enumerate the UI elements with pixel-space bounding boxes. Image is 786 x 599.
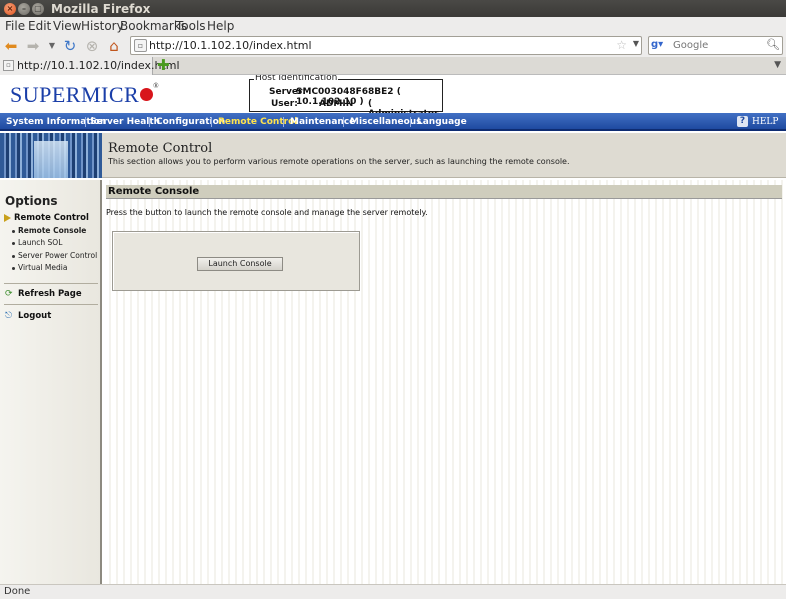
navigation-toolbar: ⬅ ➡ ▼ ↻ ⊗ ⌂ ▫ http://10.1.102.10/index.h…: [0, 35, 786, 57]
refresh-page-link[interactable]: Refresh Page: [18, 289, 82, 299]
reload-icon[interactable]: ↻: [61, 37, 79, 55]
server-room-image: [0, 133, 102, 178]
content-instructions: Press the button to launch the remote co…: [106, 208, 428, 217]
help-link[interactable]: HELP: [752, 117, 778, 127]
section-banner: Remote Control This section allows you t…: [0, 133, 786, 178]
page-favicon-icon: ▫: [134, 39, 147, 52]
sidebar-item-virtual-media[interactable]: Virtual Media: [18, 263, 67, 272]
bullet-icon: [12, 230, 15, 233]
menu-edit[interactable]: Edit: [28, 19, 51, 33]
bullet-icon: [12, 255, 15, 258]
logout-icon[interactable]: ⎋: [5, 312, 15, 321]
status-text: Done: [4, 586, 31, 597]
options-sidebar: Options Remote Control Remote Console La…: [0, 180, 102, 584]
nav-configuration[interactable]: Configuration: [156, 117, 225, 127]
status-bar: Done: [0, 584, 786, 599]
new-tab-plus-icon[interactable]: ✚: [157, 57, 170, 73]
nav-maintenance[interactable]: Maintenance: [290, 117, 355, 127]
tab-current[interactable]: ▫ http://10.1.102.10/index.html: [0, 57, 180, 75]
nav-remote-control[interactable]: Remote Control: [218, 117, 297, 127]
sidebar-item-server-power-control[interactable]: Server Power Control: [18, 251, 97, 260]
user-value: ADMIN: [319, 99, 354, 109]
launch-console-button[interactable]: Launch Console: [197, 257, 283, 271]
history-dropdown-icon[interactable]: ▼: [43, 37, 61, 55]
main-navigation: System Information Server Health Configu…: [0, 113, 786, 131]
tab-list-dropdown-icon[interactable]: ▼: [774, 60, 781, 70]
sidebar-item-remote-console[interactable]: Remote Console: [18, 226, 86, 235]
host-legend: Host Identification: [254, 75, 339, 83]
window-maximize-icon[interactable]: ▢: [32, 3, 44, 15]
menu-tools[interactable]: Tools: [176, 19, 206, 33]
menu-help[interactable]: Help: [207, 19, 234, 33]
tab-strip: ▫ http://10.1.102.10/index.html ✚ ▼: [0, 57, 786, 75]
nav-separator: [343, 117, 344, 127]
nav-separator: [85, 117, 86, 127]
sidebar-divider: [4, 304, 98, 305]
bookmark-star-icon[interactable]: ☆: [616, 38, 627, 52]
logo-text: SUPERMICR: [10, 82, 140, 107]
url-text[interactable]: http://10.1.102.10/index.html: [149, 39, 312, 52]
google-engine-icon[interactable]: g▾: [651, 39, 673, 53]
logo-red-dot: [140, 88, 154, 101]
sidebar-item-launch-sol[interactable]: Launch SOL: [18, 238, 62, 247]
menu-bar: File Edit View History Bookmarks Tools H…: [0, 17, 786, 35]
menu-file[interactable]: File: [5, 19, 25, 33]
logout-link[interactable]: Logout: [18, 311, 51, 321]
menu-history[interactable]: History: [81, 19, 124, 33]
supermicro-logo: SUPERMICR ®: [10, 82, 159, 108]
window-close-icon[interactable]: ×: [4, 3, 16, 15]
window-titlebar: × – ▢ Mozilla Firefox: [0, 0, 786, 17]
bullet-icon: [12, 267, 15, 270]
page-viewport: SUPERMICR ® Host Identification Server: S…: [0, 75, 786, 584]
url-dropdown-icon[interactable]: ▼: [633, 39, 639, 48]
url-bar[interactable]: ▫ http://10.1.102.10/index.html ☆ ▼: [130, 36, 642, 55]
menu-view[interactable]: View: [53, 19, 81, 33]
options-title: Options: [5, 194, 58, 208]
bullet-icon: [12, 242, 15, 245]
user-label: User:: [271, 99, 298, 109]
window-title: Mozilla Firefox: [51, 2, 151, 16]
stop-icon[interactable]: ⊗: [83, 37, 101, 55]
sidebar-divider: [4, 283, 98, 284]
forward-arrow-icon[interactable]: ➡: [24, 37, 42, 55]
banner-title: Remote Control: [108, 141, 213, 156]
nav-language[interactable]: Language: [417, 117, 467, 127]
window-minimize-icon[interactable]: –: [18, 3, 30, 15]
search-bar[interactable]: g▾ 🔍︎: [648, 36, 783, 55]
host-identification-box: Host Identification Server: SMC003048F68…: [249, 75, 443, 129]
search-magnifier-icon[interactable]: 🔍︎: [766, 38, 780, 51]
banner-description: This section allows you to perform vario…: [108, 157, 570, 166]
search-input[interactable]: [673, 38, 768, 53]
content-heading: Remote Console: [106, 185, 782, 199]
nav-separator: [410, 117, 411, 127]
console-panel: Launch Console: [112, 231, 360, 291]
logo-registered: ®: [153, 82, 160, 90]
section-arrow-icon: [4, 214, 11, 222]
nav-separator: [283, 117, 284, 127]
refresh-icon[interactable]: ⟳: [5, 290, 15, 299]
main-content: Remote Console Press the button to launc…: [104, 180, 786, 584]
nav-separator: [149, 117, 150, 127]
help-icon[interactable]: ?: [737, 116, 748, 127]
sidebar-section-remote-control[interactable]: Remote Control: [14, 213, 89, 223]
tab-label: http://10.1.102.10/index.html: [17, 59, 180, 72]
home-icon[interactable]: ⌂: [105, 37, 123, 55]
tab-favicon-icon: ▫: [3, 60, 14, 71]
nav-separator: [211, 117, 212, 127]
back-arrow-icon[interactable]: ⬅: [2, 37, 20, 55]
